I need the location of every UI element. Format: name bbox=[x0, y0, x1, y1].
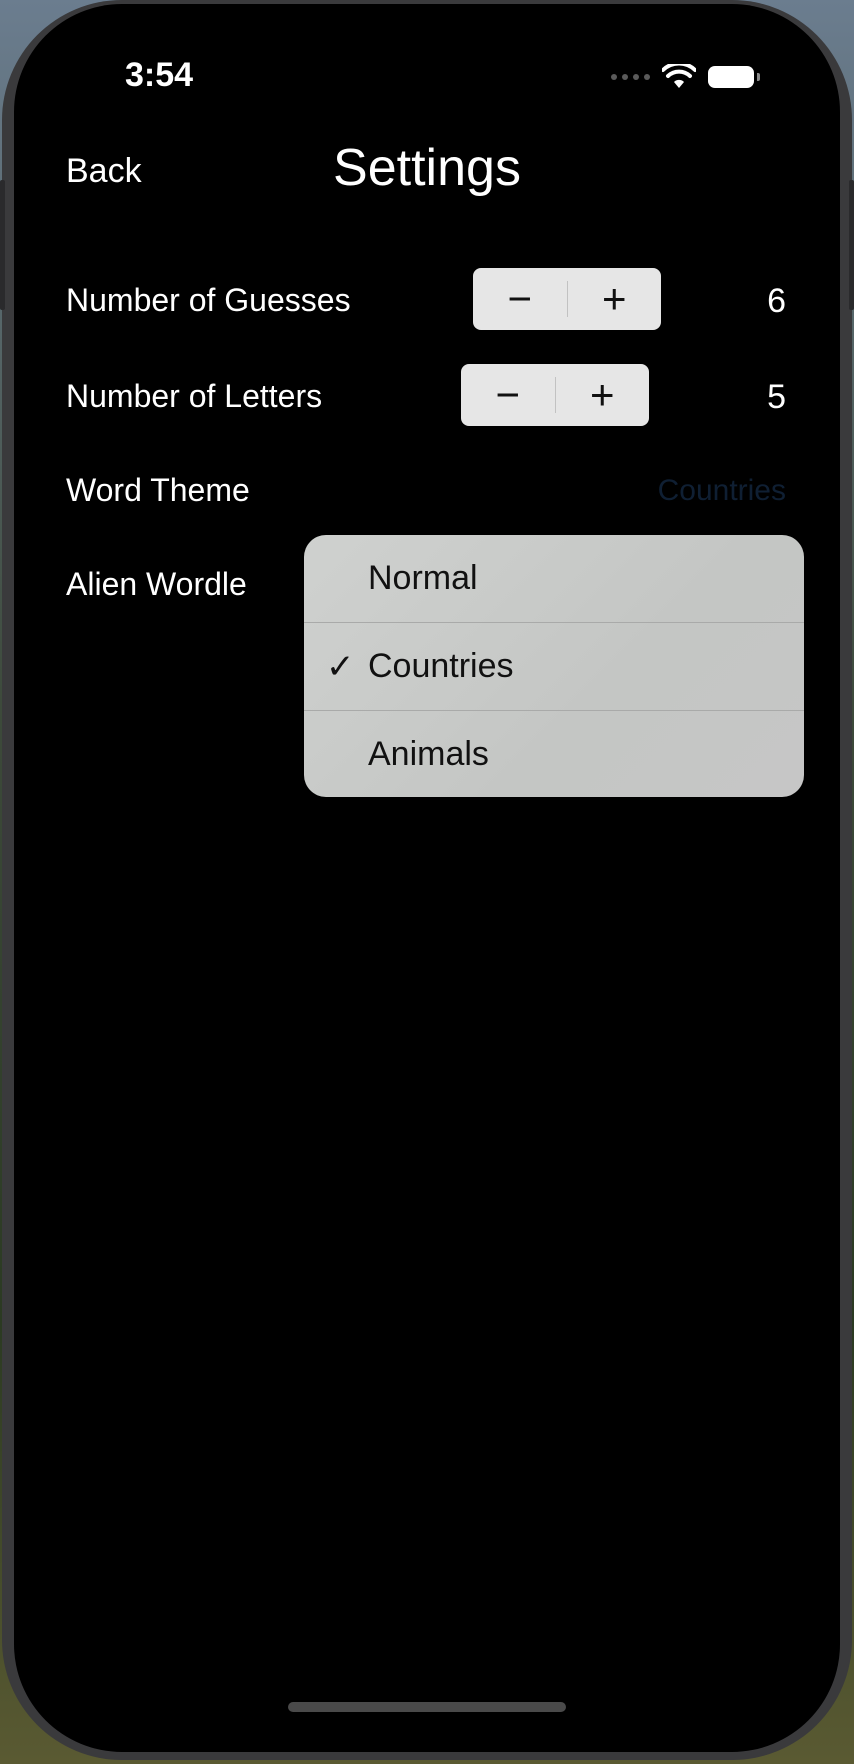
page-title: Settings bbox=[333, 139, 521, 197]
cellular-signal-icon bbox=[611, 74, 650, 80]
status-time: 3:54 bbox=[125, 56, 194, 94]
letters-label: Number of Letters bbox=[66, 378, 323, 414]
letters-stepper[interactable]: − + bbox=[461, 364, 649, 426]
menu-item-label: Countries bbox=[368, 647, 514, 685]
theme-menu: Normal ✓ Countries Animals bbox=[304, 535, 804, 797]
alien-wordle-label: Alien Wordle bbox=[66, 566, 247, 602]
letters-decrement-button[interactable]: − bbox=[461, 364, 555, 426]
guesses-label: Number of Guesses bbox=[66, 282, 351, 318]
menu-item-label: Normal bbox=[368, 559, 478, 597]
guesses-decrement-button[interactable]: − bbox=[473, 268, 567, 330]
side-button bbox=[0, 180, 5, 310]
status-icons bbox=[611, 64, 760, 90]
battery-icon bbox=[708, 66, 760, 88]
side-button bbox=[849, 180, 854, 310]
menu-item-label: Animals bbox=[368, 735, 489, 773]
letters-value: 5 bbox=[767, 378, 786, 416]
theme-label: Word Theme bbox=[66, 472, 250, 508]
screen bbox=[14, 4, 840, 1752]
wifi-icon bbox=[662, 64, 696, 88]
menu-item-animals[interactable]: Animals bbox=[304, 711, 804, 797]
guesses-value: 6 bbox=[767, 282, 786, 320]
guesses-increment-button[interactable]: + bbox=[568, 268, 662, 330]
guesses-stepper[interactable]: − + bbox=[473, 268, 661, 330]
theme-picker[interactable]: Countries bbox=[658, 474, 786, 508]
menu-item-countries[interactable]: ✓ Countries bbox=[304, 623, 804, 711]
checkmark-icon: ✓ bbox=[326, 647, 355, 686]
menu-item-normal[interactable]: Normal bbox=[304, 535, 804, 623]
letters-increment-button[interactable]: + bbox=[556, 364, 650, 426]
home-indicator[interactable] bbox=[288, 1702, 566, 1712]
